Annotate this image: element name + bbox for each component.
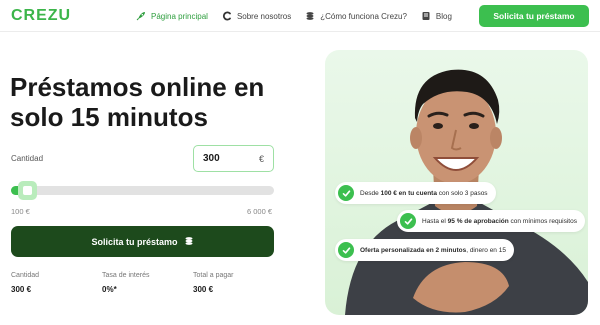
nav-label-home: Página principal bbox=[151, 11, 208, 21]
crezu-logo[interactable]: CREZU bbox=[11, 7, 71, 25]
brand-c-icon bbox=[222, 11, 232, 21]
slider-max-label: 6 000 € bbox=[247, 207, 273, 216]
request-loan-button[interactable]: Solicita tu préstamo bbox=[11, 226, 274, 257]
feature-text: Oferta personalizada en 2 minutos, diner… bbox=[360, 246, 506, 254]
amount-label: Cantidad bbox=[11, 154, 44, 163]
book-icon bbox=[421, 11, 431, 21]
nav-item-blog[interactable]: Blog bbox=[421, 11, 452, 21]
request-loan-header-button[interactable]: Solicita tu préstamo bbox=[479, 5, 589, 27]
coins-icon bbox=[184, 236, 194, 248]
amount-input[interactable]: 300 € bbox=[193, 145, 274, 172]
summary-value: 300 € bbox=[11, 285, 32, 294]
summary-label: Tasa de interés bbox=[102, 272, 150, 279]
feature-text: Hasta el 95 % de aprobación con mínimos … bbox=[422, 217, 577, 225]
slider-min-label: 100 € bbox=[11, 207, 30, 216]
summary-amount: Cantidad 300 € bbox=[11, 272, 39, 294]
nav-label-about: Sobre nosotros bbox=[236, 11, 292, 21]
site-header: CREZU Página principal Sobre nosotros ¿C… bbox=[0, 0, 600, 32]
summary-total: Total a pagar 300 € bbox=[193, 272, 233, 294]
summary-interest: Tasa de interés 0%* bbox=[102, 272, 149, 294]
coins-icon bbox=[305, 11, 315, 21]
main-nav: Página principal Sobre nosotros ¿Cómo fu… bbox=[136, 0, 452, 32]
amount-value: 300 bbox=[203, 153, 220, 164]
summary-value: 300 € bbox=[193, 285, 214, 294]
nav-label-how-it-works: ¿Cómo funciona Crezu? bbox=[320, 11, 407, 21]
rocket-icon bbox=[136, 11, 146, 21]
currency-symbol: € bbox=[258, 153, 264, 164]
slider-thumb-grip bbox=[22, 186, 32, 195]
check-icon bbox=[400, 213, 416, 229]
summary-label: Total a pagar bbox=[193, 272, 234, 279]
summary-value: 0%* bbox=[102, 285, 117, 294]
nav-item-about[interactable]: Sobre nosotros bbox=[222, 11, 291, 21]
hero-image-card: Desde 100 € en tu cuenta con solo 3 paso… bbox=[325, 50, 588, 315]
feature-text: Desde 100 € en tu cuenta con solo 3 paso… bbox=[360, 189, 488, 197]
hero-title: Préstamos online en solo 15 minutos bbox=[10, 72, 265, 132]
slider-thumb[interactable] bbox=[17, 181, 37, 200]
feature-badge: Desde 100 € en tu cuenta con solo 3 paso… bbox=[335, 182, 496, 204]
nav-item-how-it-works[interactable]: ¿Cómo funciona Crezu? bbox=[305, 11, 407, 21]
feature-badge: Oferta personalizada en 2 minutos, diner… bbox=[335, 239, 514, 261]
request-loan-button-label: Solicita tu préstamo bbox=[91, 236, 178, 247]
check-icon bbox=[338, 185, 354, 201]
nav-item-home[interactable]: Página principal bbox=[136, 11, 208, 21]
summary-label: Cantidad bbox=[11, 272, 40, 279]
check-icon bbox=[338, 242, 354, 258]
feature-badge: Hasta el 95 % de aprobación con mínimos … bbox=[397, 210, 585, 232]
slider-track bbox=[11, 186, 274, 195]
amount-slider[interactable] bbox=[11, 181, 274, 200]
nav-label-blog: Blog bbox=[435, 11, 452, 21]
